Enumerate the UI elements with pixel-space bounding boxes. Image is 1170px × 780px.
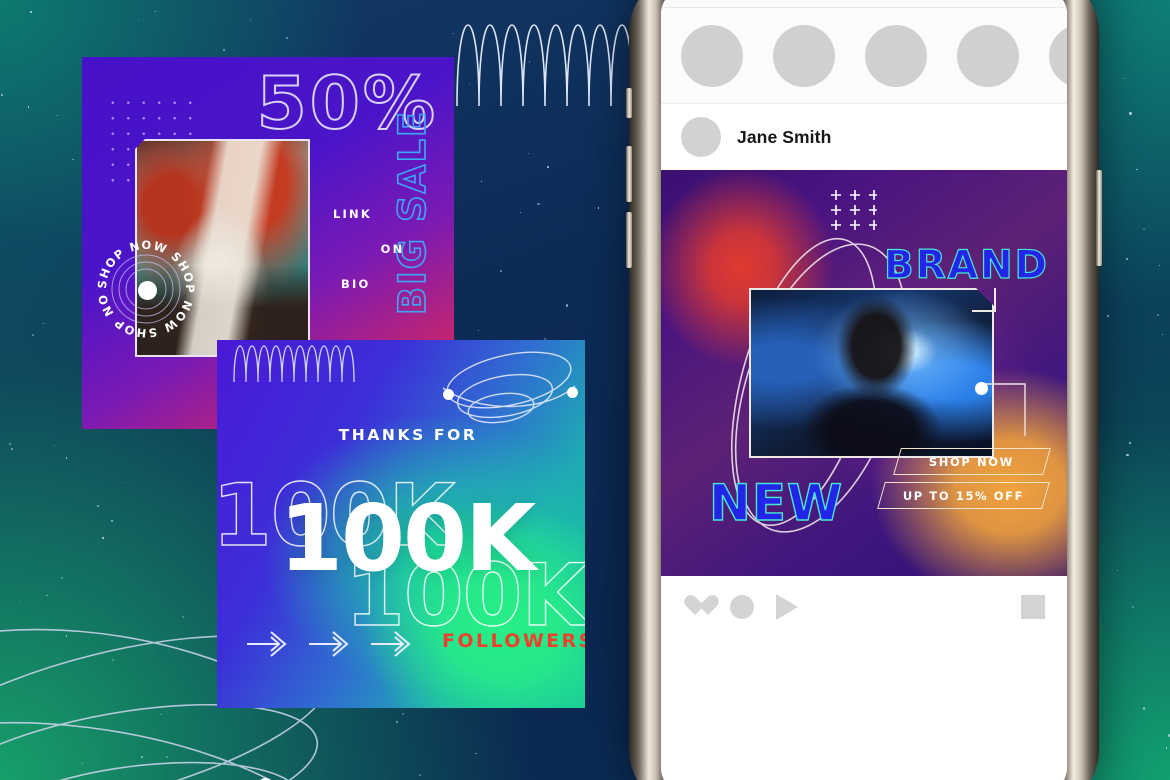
- followers-label: FOLLOWERS: [442, 630, 585, 652]
- discount-label: UP TO 15% OFF: [902, 488, 1025, 503]
- heart-icon[interactable]: [683, 596, 708, 619]
- photo-corner-fold: [972, 288, 996, 312]
- cta-line-link: LINK: [333, 207, 372, 221]
- comment-icon[interactable]: [730, 595, 754, 619]
- cta-button-group[interactable]: SHOP NOW UP TO 15% OFF: [871, 448, 1051, 516]
- post-author-bar[interactable]: Jane Smith: [661, 104, 1067, 170]
- arrow-right-icon: [247, 631, 287, 657]
- bookmark-icon[interactable]: [1021, 595, 1045, 619]
- arrow-right-icon: [309, 631, 349, 657]
- coil-decoration-post: [232, 340, 357, 388]
- brand-headline: BRAND: [883, 243, 1049, 288]
- phone-mockup: Jane Smith BRAND NEW SHOP NOW UP TO 15% …: [626, 0, 1102, 780]
- phone-volume-down-button[interactable]: [626, 212, 632, 268]
- share-icon[interactable]: [776, 594, 798, 620]
- orbit-node-dot: [443, 389, 454, 400]
- arrow-row: [245, 625, 419, 663]
- arrow-right-icon: [371, 631, 411, 657]
- avatar[interactable]: [681, 117, 721, 157]
- post-action-bar[interactable]: [661, 576, 1067, 638]
- shop-now-circular-badge[interactable]: SHOP NOW SHOP NOW SHOP NOW SHOP NOW SHOP…: [87, 226, 198, 341]
- story-avatar[interactable]: [1049, 24, 1067, 87]
- author-name: Jane Smith: [737, 126, 832, 147]
- discount-button[interactable]: UP TO 15% OFF: [877, 482, 1050, 509]
- badge-center-dot: [138, 281, 157, 300]
- story-avatar[interactable]: [681, 24, 743, 87]
- plus-grid-decoration: [829, 190, 879, 230]
- story-avatar[interactable]: [957, 24, 1019, 87]
- phone-power-button[interactable]: [1096, 170, 1102, 266]
- coil-decoration-top: [455, 0, 635, 133]
- scene-root: 50% SHOP NOW SHOP NOW SHOP NOW SHOP NOW …: [0, 0, 1170, 780]
- phone-mute-switch[interactable]: [626, 88, 632, 118]
- phone-screen: Jane Smith BRAND NEW SHOP NOW UP TO 15% …: [661, 0, 1067, 780]
- post-card-brand-new[interactable]: BRAND NEW SHOP NOW UP TO 15% OFF: [661, 170, 1067, 576]
- app-top-bar: [661, 0, 1067, 8]
- cta-line-bio: BIO: [341, 277, 371, 291]
- story-avatar[interactable]: [865, 24, 927, 87]
- follower-count: 100K: [279, 485, 536, 592]
- shop-now-label: SHOP NOW: [929, 454, 1015, 469]
- cta-line-on: ON: [380, 242, 405, 256]
- shop-now-button[interactable]: SHOP NOW: [893, 448, 1051, 475]
- phone-volume-up-button[interactable]: [626, 146, 632, 202]
- stories-tray[interactable]: [661, 8, 1067, 104]
- new-headline: NEW: [708, 474, 844, 532]
- post-card-followers[interactable]: THANKS FOR 100K 100K 100K FOLLOWERS: [217, 340, 585, 708]
- thanks-kicker: THANKS FOR: [338, 426, 478, 444]
- story-avatar[interactable]: [773, 24, 835, 87]
- orbit-node-dot: [567, 387, 578, 398]
- link-in-bio-block: LINK ON BIO: [327, 207, 432, 312]
- leader-node-dot: [975, 382, 988, 395]
- leader-line-decoration: [921, 318, 1041, 438]
